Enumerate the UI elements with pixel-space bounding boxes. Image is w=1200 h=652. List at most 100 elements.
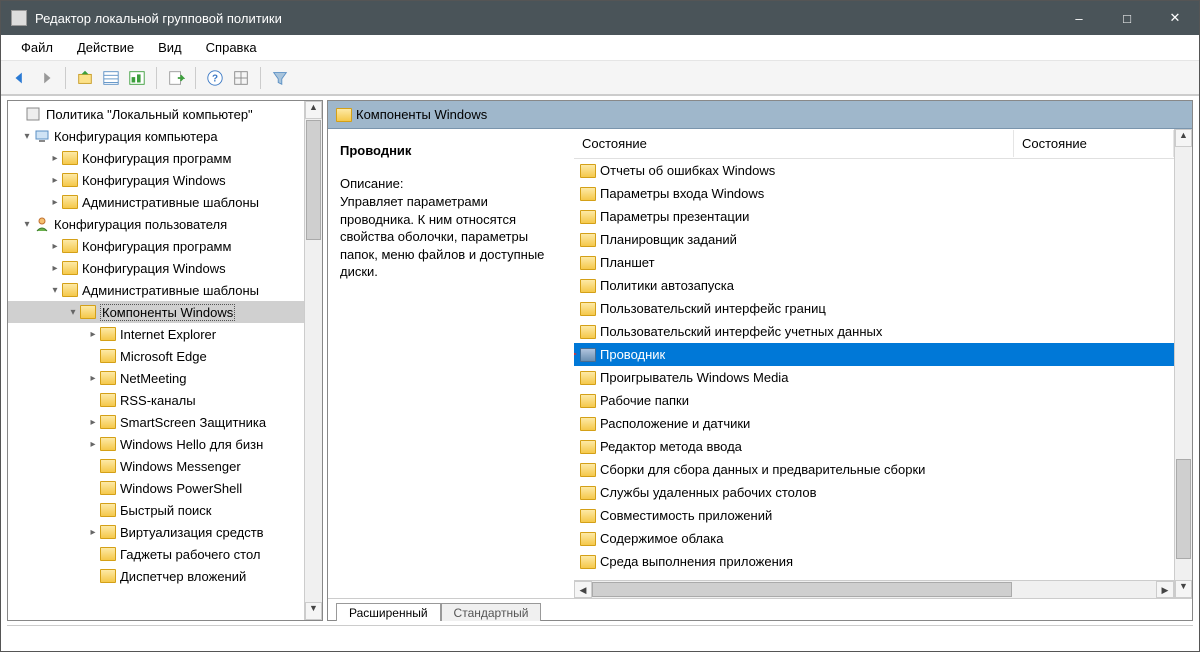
scroll-thumb[interactable] xyxy=(1176,459,1191,559)
tree-hello[interactable]: ▸Windows Hello для бизн xyxy=(8,433,304,455)
tree-comp-windows[interactable]: ▸Конфигурация Windows xyxy=(8,169,304,191)
column-header-state[interactable]: Состояние xyxy=(574,130,1014,157)
list-item[interactable]: Проигрыватель Windows Media xyxy=(574,366,1174,389)
list-item[interactable]: Отчеты об ошибках Windows xyxy=(574,159,1174,182)
folder-icon xyxy=(580,394,596,408)
expander-icon[interactable]: ▸ xyxy=(86,417,100,428)
list-vertical-scrollbar[interactable]: ▲ ▼ xyxy=(1174,129,1192,598)
tree-root[interactable]: Политика "Локальный компьютер" xyxy=(8,103,304,125)
tree-scroll[interactable]: Политика "Локальный компьютер" ▾Конфигур… xyxy=(8,101,304,620)
tree-windows-components[interactable]: ▾Компоненты Windows xyxy=(8,301,304,323)
list-item[interactable]: Пользовательский интерфейс границ xyxy=(574,297,1174,320)
menu-view[interactable]: Вид xyxy=(146,36,194,59)
list-item-label: Проигрыватель Windows Media xyxy=(600,370,788,385)
list-item[interactable]: Планшет xyxy=(574,251,1174,274)
list-body[interactable]: Отчеты об ошибках WindowsПараметры входа… xyxy=(574,159,1174,580)
tree-user-admin[interactable]: ▾Административные шаблоны xyxy=(8,279,304,301)
scroll-track[interactable] xyxy=(592,581,1156,598)
scroll-down-arrow[interactable]: ▼ xyxy=(305,602,322,620)
scroll-track[interactable] xyxy=(1175,560,1192,580)
list-item[interactable]: Пользовательский интерфейс учетных данны… xyxy=(574,320,1174,343)
tree-rss[interactable]: RSS-каналы xyxy=(8,389,304,411)
expander-icon[interactable]: ▸ xyxy=(48,175,62,186)
expander-icon[interactable]: ▸ xyxy=(86,439,100,450)
tree-edge[interactable]: Microsoft Edge xyxy=(8,345,304,367)
nav-forward-button[interactable] xyxy=(35,67,57,89)
list-item[interactable]: Среда выполнения приложения xyxy=(574,550,1174,573)
menu-help[interactable]: Справка xyxy=(194,36,269,59)
tree-computer-config[interactable]: ▾Конфигурация компьютера xyxy=(8,125,304,147)
minimize-button[interactable]: – xyxy=(1055,1,1103,35)
scroll-track[interactable] xyxy=(1175,147,1192,458)
tree-netmeeting[interactable]: ▸NetMeeting xyxy=(8,367,304,389)
menu-action[interactable]: Действие xyxy=(65,36,146,59)
list-item-label: Пользовательский интерфейс учетных данны… xyxy=(600,324,882,339)
list-item-label: Совместимость приложений xyxy=(600,508,772,523)
scroll-right-arrow[interactable]: ▶ xyxy=(1156,581,1174,598)
expander-icon[interactable]: ▾ xyxy=(20,131,34,142)
tree-comp-software[interactable]: ▸Конфигурация программ xyxy=(8,147,304,169)
nav-back-button[interactable] xyxy=(9,67,31,89)
expander-icon[interactable]: ▸ xyxy=(86,373,100,384)
toolbar-grid-button[interactable] xyxy=(230,67,252,89)
list-item[interactable]: Проводник xyxy=(574,343,1174,366)
tree-virt[interactable]: ▸Виртуализация средств xyxy=(8,521,304,543)
maximize-button[interactable]: □ xyxy=(1103,1,1151,35)
menubar: Файл Действие Вид Справка xyxy=(1,35,1199,61)
expander-icon[interactable]: ▸ xyxy=(48,263,62,274)
list-item[interactable]: Планировщик заданий xyxy=(574,228,1174,251)
list-item[interactable]: Службы удаленных рабочих столов xyxy=(574,481,1174,504)
toolbar-list-button[interactable] xyxy=(100,67,122,89)
list-item[interactable]: Политики автозапуска xyxy=(574,274,1174,297)
tree-user-config[interactable]: ▾Конфигурация пользователя xyxy=(8,213,304,235)
scroll-up-arrow[interactable]: ▲ xyxy=(305,101,322,119)
scroll-left-arrow[interactable]: ◀ xyxy=(574,581,592,598)
list-item[interactable]: Расположение и датчики xyxy=(574,412,1174,435)
tree-powershell[interactable]: Windows PowerShell xyxy=(8,477,304,499)
toolbar-details-button[interactable] xyxy=(126,67,148,89)
toolbar-up-button[interactable] xyxy=(74,67,96,89)
expander-icon[interactable]: ▾ xyxy=(20,219,34,230)
tab-extended[interactable]: Расширенный xyxy=(336,603,441,621)
list-item[interactable]: Совместимость приложений xyxy=(574,504,1174,527)
tree-dispatcher[interactable]: Диспетчер вложений xyxy=(8,565,304,587)
expander-icon[interactable]: ▾ xyxy=(48,285,62,296)
scroll-up-arrow[interactable]: ▲ xyxy=(1175,129,1192,147)
tree-user-windows[interactable]: ▸Конфигурация Windows xyxy=(8,257,304,279)
scroll-thumb[interactable] xyxy=(592,582,1012,597)
scroll-down-arrow[interactable]: ▼ xyxy=(1175,580,1192,598)
app-icon xyxy=(11,10,27,26)
tree-quicksearch[interactable]: Быстрый поиск xyxy=(8,499,304,521)
expander-icon[interactable]: ▸ xyxy=(48,153,62,164)
tab-standard[interactable]: Стандартный xyxy=(441,603,542,621)
list-item[interactable]: Параметры презентации xyxy=(574,205,1174,228)
menu-file[interactable]: Файл xyxy=(9,36,65,59)
close-button[interactable]: ✕ xyxy=(1151,1,1199,35)
list-item-label: Редактор метода ввода xyxy=(600,439,742,454)
toolbar-filter-button[interactable] xyxy=(269,67,291,89)
tree-user-software[interactable]: ▸Конфигурация программ xyxy=(8,235,304,257)
expander-icon[interactable]: ▾ xyxy=(66,307,80,318)
expander-icon[interactable]: ▸ xyxy=(86,527,100,538)
list-horizontal-scrollbar[interactable]: ◀ ▶ xyxy=(574,580,1174,598)
toolbar-export-button[interactable] xyxy=(165,67,187,89)
list-item[interactable]: Содержимое облака xyxy=(574,527,1174,550)
expander-icon[interactable]: ▸ xyxy=(48,241,62,252)
folder-icon xyxy=(580,486,596,500)
list-item[interactable]: Рабочие папки xyxy=(574,389,1174,412)
column-header-state2[interactable]: Состояние xyxy=(1014,130,1174,157)
expander-icon[interactable]: ▸ xyxy=(48,197,62,208)
tree-ie[interactable]: ▸Internet Explorer xyxy=(8,323,304,345)
tree-smartscreen[interactable]: ▸SmartScreen Защитника xyxy=(8,411,304,433)
list-item[interactable]: Редактор метода ввода xyxy=(574,435,1174,458)
list-item[interactable]: Параметры входа Windows xyxy=(574,182,1174,205)
tree-gadgets[interactable]: Гаджеты рабочего стол xyxy=(8,543,304,565)
scroll-thumb[interactable] xyxy=(306,120,321,240)
expander-icon[interactable]: ▸ xyxy=(86,329,100,340)
list-item[interactable]: Сборки для сбора данных и предварительны… xyxy=(574,458,1174,481)
scroll-track[interactable] xyxy=(305,241,322,602)
toolbar-help-button[interactable]: ? xyxy=(204,67,226,89)
tree-comp-admin[interactable]: ▸Административные шаблоны xyxy=(8,191,304,213)
tree-messenger[interactable]: Windows Messenger xyxy=(8,455,304,477)
tree-vertical-scrollbar[interactable]: ▲ ▼ xyxy=(304,101,322,620)
